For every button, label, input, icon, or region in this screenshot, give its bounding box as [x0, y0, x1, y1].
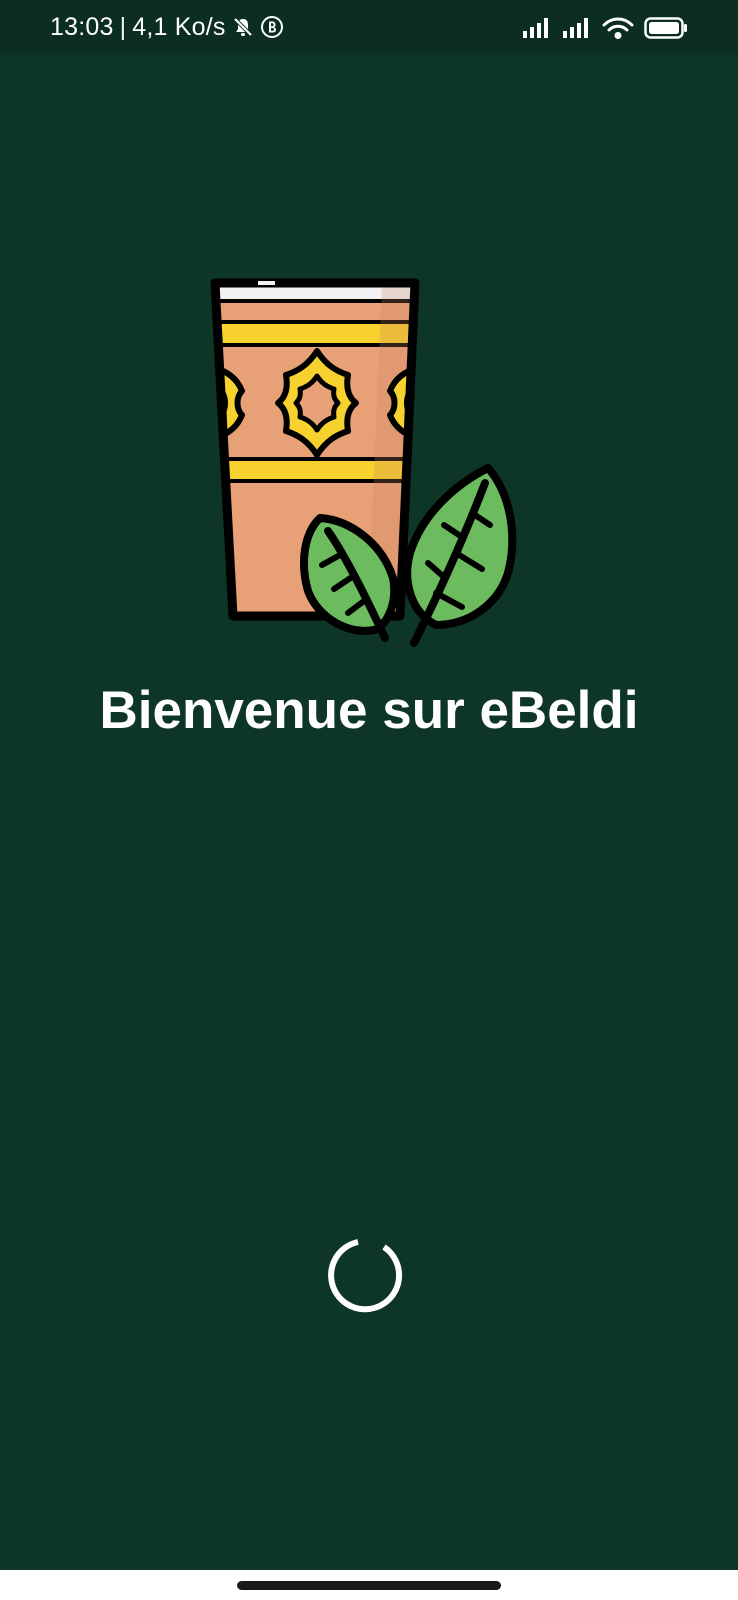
system-navigation-bar: [0, 1570, 738, 1600]
welcome-title: Bienvenue sur eBeldi: [99, 681, 639, 740]
status-right: [522, 14, 688, 42]
home-gesture-handle[interactable]: [237, 1581, 501, 1590]
mint-tea-glass-icon: [210, 278, 517, 647]
network-speed: 4,1 Ko/s: [132, 12, 226, 41]
status-left: 13:03 | 4,1 Ko/s: [50, 12, 284, 42]
status-separator: |: [119, 12, 127, 41]
b-badge-icon: [260, 16, 283, 38]
splash-screen: Bienvenue sur eBeldi: [0, 53, 738, 1570]
signal-icon: [563, 18, 588, 38]
signal-icon: [523, 18, 548, 38]
loading-spinner-icon: [328, 1239, 403, 1313]
status-time: 13:03: [50, 12, 114, 41]
battery-icon: [644, 17, 687, 39]
status-bar: 13:03 | 4,1 Ko/s: [0, 0, 738, 53]
wifi-icon: [602, 17, 634, 39]
mute-bell-icon: [233, 17, 253, 37]
